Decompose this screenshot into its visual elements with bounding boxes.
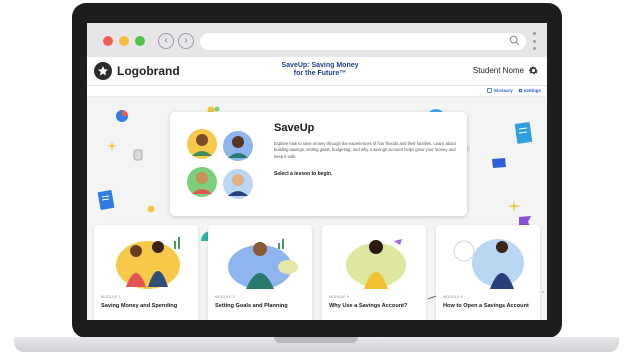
app-header: Logobrand SaveUp: Saving Money for the F…	[87, 57, 547, 86]
scroll-right-icon[interactable]: ›	[542, 290, 547, 300]
forward-button[interactable]: ›	[178, 33, 194, 49]
close-window-button[interactable]	[103, 36, 113, 46]
module-card-2[interactable]: MODULE 2 Setting Goals and Planning	[208, 225, 312, 320]
book-icon	[487, 88, 493, 93]
four-friends-illustration	[187, 129, 253, 199]
module-title: Saving Money and Spending	[101, 303, 178, 309]
student-menu[interactable]: Student Nome	[473, 65, 539, 76]
pie-chart-icon	[116, 110, 128, 122]
address-bar[interactable]	[200, 33, 526, 50]
module-label: MODULE 2	[215, 295, 235, 299]
intro-card: SaveUp Explore how to save money through…	[170, 112, 467, 216]
module-4-illustration	[453, 239, 524, 289]
page-title: SaveUp: Saving Money for the Future™	[262, 62, 378, 78]
intro-title: SaveUp	[274, 122, 315, 134]
module-card-3[interactable]: MODULE 3 Why Use a Savings Account?	[322, 225, 426, 320]
module-label: MODULE 4	[443, 295, 463, 299]
page-title-line-2: for the Future™	[293, 70, 347, 77]
coin-icon	[147, 205, 155, 213]
module-title: How to Open a Savings Account	[443, 303, 529, 309]
sparkle-small-icon	[507, 200, 521, 212]
gear-icon	[529, 66, 538, 75]
module-card-1[interactable]: MODULE 1 Saving Money and Spending	[94, 225, 198, 320]
intro-call-to-action: Select a lesson to begin.	[274, 171, 333, 177]
logo[interactable]: Logobrand	[94, 62, 180, 80]
browser-menu-icon[interactable]	[533, 32, 537, 50]
module-label: MODULE 3	[329, 295, 349, 299]
browser-chrome: ‹ ›	[87, 23, 547, 57]
utility-bar: Glossary settings	[87, 86, 547, 97]
star-logo-icon	[94, 62, 112, 80]
screen: ‹ › Logobrand SaveUp: Saving Money for t…	[87, 23, 547, 320]
module-list: MODULE 1 Saving Money and Spending MODUL…	[94, 225, 544, 320]
module-1-illustration	[116, 237, 180, 289]
main-content: SaveUp Explore how to save money through…	[87, 97, 547, 320]
minimize-window-button[interactable]	[119, 36, 129, 46]
laptop-notch	[274, 337, 358, 343]
module-title: Setting Goals and Planning	[215, 303, 288, 309]
ticket-icon	[492, 158, 506, 168]
forward-arrow-icon: ›	[184, 35, 188, 46]
back-button[interactable]: ‹	[158, 33, 174, 49]
page-title-line-1: SaveUp: Saving Money	[281, 62, 359, 69]
sparkle-icon	[107, 141, 117, 151]
settings-icon	[518, 88, 522, 93]
glossary-label: Glossary	[493, 88, 513, 93]
document-icon	[97, 190, 115, 210]
module-label: MODULE 1	[101, 295, 121, 299]
settings-link[interactable]: settings	[518, 88, 541, 93]
maximize-window-button[interactable]	[135, 36, 145, 46]
search-icon	[509, 35, 520, 46]
price-tag-icon	[133, 149, 143, 161]
logo-text: Logobrand	[117, 64, 180, 78]
student-name: Student Nome	[472, 66, 524, 75]
glossary-link[interactable]: Glossary	[487, 88, 513, 93]
receipt-icon	[514, 122, 533, 144]
module-title: Why Use a Savings Account?	[329, 303, 408, 309]
module-2-illustration	[228, 239, 298, 289]
settings-label: settings	[523, 88, 541, 93]
module-card-4[interactable]: MODULE 4 How to Open a Savings Account	[436, 225, 540, 320]
module-3-illustration	[346, 239, 406, 289]
intro-description: Explore how to save money through the ex…	[274, 141, 456, 159]
back-arrow-icon: ‹	[164, 35, 168, 46]
